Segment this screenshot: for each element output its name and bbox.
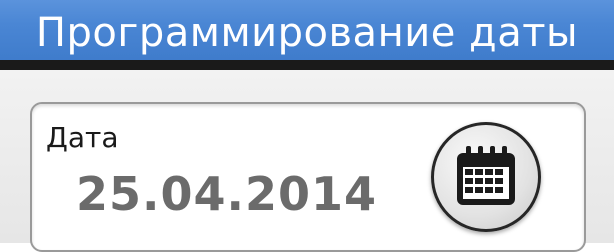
date-field-panel: Дата 25.04.2014 <box>30 102 586 252</box>
content-area: Дата 25.04.2014 <box>0 70 614 252</box>
date-label: Дата <box>46 121 119 154</box>
title-bar-divider <box>0 60 614 70</box>
date-value: 25.04.2014 <box>76 167 378 221</box>
calendar-icon <box>457 146 515 205</box>
page-title: Программирование даты <box>35 10 579 56</box>
calendar-button[interactable] <box>431 122 541 232</box>
title-bar: Программирование даты <box>0 0 614 70</box>
